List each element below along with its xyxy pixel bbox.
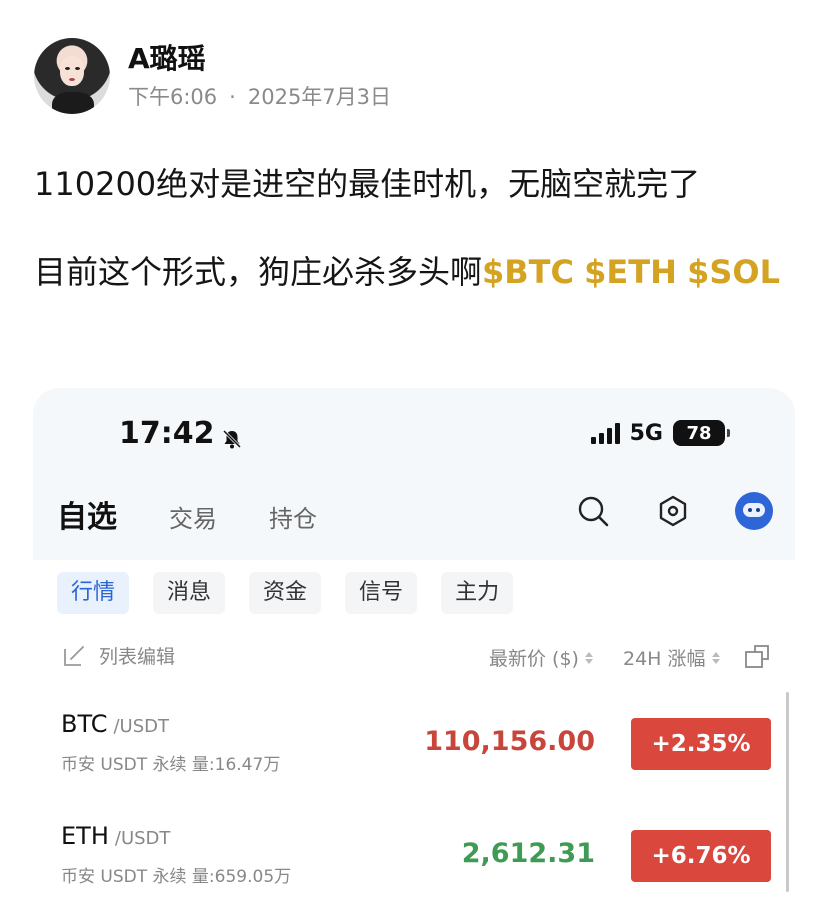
share-icon[interactable] [743,642,771,670]
row-symbol: BTC [61,710,108,738]
avatar-body [52,92,94,114]
avatar-face [60,56,84,86]
subtab-news[interactable]: 消息 [153,572,226,614]
status-right: 5G 78 [590,420,730,446]
row-info: 币安 USDT 永续 量:16.47万 [61,755,281,775]
table-row[interactable]: ETH /USDT 币安 USDT 永续 量:659.05万 2,612.31 … [61,822,771,908]
avatar-eye-left [65,67,70,70]
ticker-eth[interactable]: $ETH [584,253,677,291]
table-row[interactable]: BTC /USDT 币安 USDT 永续 量:16.47万 110,156.00… [61,710,771,800]
subtab-main-force[interactable]: 主力 [441,572,514,614]
scrollbar[interactable] [786,692,789,892]
author-avatar[interactable] [34,38,110,114]
status-bar: 17:42 5G 78 [33,416,795,456]
search-icon[interactable] [575,493,611,529]
post-text-line1: 110200绝对是进空的最佳时机，无脑空就完了 [34,165,701,203]
row-symbol-group: ETH /USDT [61,822,170,850]
col-change-header[interactable]: 24H 涨幅 [623,644,720,671]
row-pair: /USDT [113,716,170,737]
row-symbol: ETH [61,822,109,850]
bell-muted-icon [221,423,243,448]
settings-hexagon-icon[interactable] [655,493,691,529]
col-change-label: 24H 涨幅 [623,648,706,670]
post-text-line2: 目前这个形式，狗庄必杀多头啊$BTC $ETH $SOL [34,246,794,298]
post-time: 下午6:06 [128,85,218,109]
list-edit-label: 列表编辑 [99,646,176,668]
sort-icon [584,651,593,664]
embedded-screenshot[interactable]: 17:42 5G 78 自选 交易 持仓 行情 消息 资金 信号 主力 列表编辑… [33,388,795,908]
list-header: 列表编辑 最新价 ($) 24H 涨幅 [61,642,771,672]
post-date: 2025年7月3日 [247,85,392,109]
post-header: A璐瑶 下午6:06 · 2025年7月3日 [34,38,391,114]
post-meta: 下午6:06 · 2025年7月3日 [128,84,391,110]
avatar-lips [69,78,75,81]
row-price: 2,612.31 [461,838,595,869]
list-edit-button[interactable]: 列表编辑 [61,642,175,669]
meta-separator: · [229,85,236,109]
tab-positions[interactable]: 持仓 [269,499,317,534]
network-type: 5G [629,420,663,446]
col-price-label: 最新价 ($) [489,648,579,670]
row-change-badge[interactable]: +6.76% [631,830,771,882]
ticker-btc[interactable]: $BTC [482,253,574,291]
subtab-market[interactable]: 行情 [57,572,130,614]
row-info: 币安 USDT 永续 量:659.05万 [61,867,292,887]
status-time-group: 17:42 [119,416,243,451]
author-block: A璐瑶 下午6:06 · 2025年7月3日 [128,42,391,110]
tab-watchlist[interactable]: 自选 [57,492,117,536]
col-price-header[interactable]: 最新价 ($) [489,644,593,671]
sort-icon [711,651,720,664]
top-tabs: 自选 交易 持仓 [57,492,369,536]
assistant-bot-icon[interactable] [735,492,773,530]
subtab-signals[interactable]: 信号 [345,572,418,614]
top-icons [575,492,773,530]
post-text-line2-body: 目前这个形式，狗庄必杀多头啊 [34,253,483,291]
edit-icon [64,645,84,666]
status-time: 17:42 [119,416,215,451]
row-change-badge[interactable]: +2.35% [631,718,771,770]
row-pair: /USDT [114,828,171,849]
author-name[interactable]: A璐瑶 [128,42,391,76]
subtab-funds[interactable]: 资金 [249,572,322,614]
market-panel: 行情 消息 资金 信号 主力 列表编辑 最新价 ($) 24H 涨幅 BTC /… [33,560,795,908]
tab-trade[interactable]: 交易 [169,499,217,534]
row-symbol-group: BTC /USDT [61,710,169,738]
signal-icon [590,422,620,444]
row-price: 110,156.00 [424,726,595,757]
battery-indicator: 78 [673,420,730,446]
avatar-eye-right [75,67,80,70]
ticker-sol[interactable]: $SOL [687,253,780,291]
sub-tabs: 行情 消息 资金 信号 主力 [57,572,514,614]
